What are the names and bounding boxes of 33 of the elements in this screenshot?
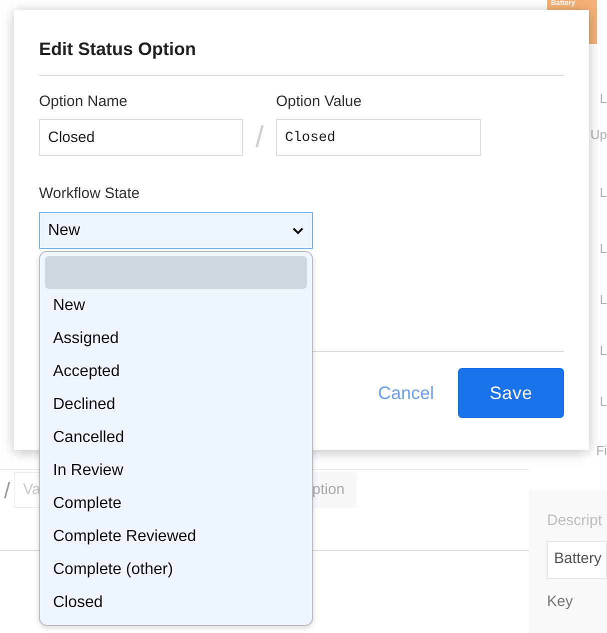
dialog-title: Edit Status Option	[39, 38, 197, 61]
sidebar-label: L	[600, 184, 607, 202]
separator: /	[4, 476, 10, 504]
dropdown-option[interactable]: Declined	[45, 388, 307, 421]
description-label: Descript	[547, 511, 604, 531]
sidebar-label: Fi	[596, 442, 607, 460]
dropdown-option[interactable]: Cancelled	[45, 421, 307, 454]
sidebar-label: L	[600, 342, 607, 360]
field-label: Option Value	[276, 92, 363, 112]
dropdown-option[interactable]	[45, 256, 307, 289]
dropdown-option[interactable]: Complete Reviewed	[45, 520, 307, 553]
dropdown-option[interactable]: Assigned	[45, 322, 307, 355]
description-field[interactable]: Battery	[547, 540, 607, 578]
separator: /	[254, 120, 265, 156]
dropdown-option[interactable]: In Review	[45, 454, 307, 487]
field-label: Workflow State	[39, 184, 141, 204]
field-label: Option Name	[39, 92, 128, 112]
dropdown-option[interactable]: Accepted	[45, 355, 307, 388]
sidebar-label: Up	[590, 126, 607, 144]
option-value-field[interactable]: Closed	[276, 119, 481, 156]
sidebar-label: L	[600, 291, 607, 309]
sidebar-label: L	[600, 90, 607, 108]
workflow-state-select[interactable]: New	[39, 212, 313, 249]
sidebar-label: L	[600, 240, 607, 258]
option-name-field[interactable]: Closed	[39, 119, 243, 156]
sidebar-label: L	[600, 393, 607, 411]
dropdown-option[interactable]: Closed	[45, 586, 307, 619]
dropdown-option[interactable]: Complete	[45, 487, 307, 520]
save-button[interactable]: Save	[458, 368, 564, 418]
dropdown-option[interactable]: Complete (other)	[45, 553, 307, 586]
dropdown-option[interactable]: New	[45, 289, 307, 322]
chevron-down-icon	[292, 226, 304, 234]
key-label: Key	[547, 592, 574, 612]
